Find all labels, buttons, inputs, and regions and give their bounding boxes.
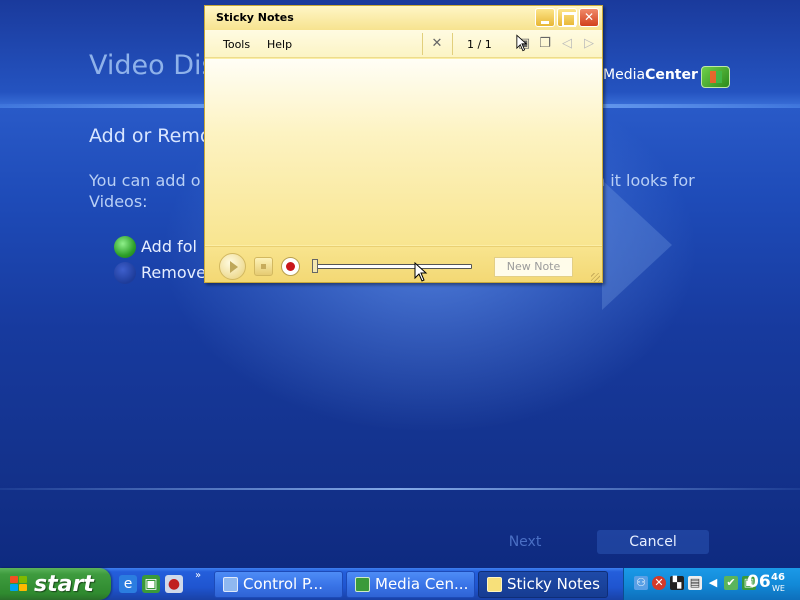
minimize-button[interactable] (535, 8, 555, 27)
toolbar-separator (422, 33, 423, 55)
description-line2: Videos: (89, 192, 148, 211)
page-indicator: 1 / 1 (467, 38, 492, 51)
sticky-notes-window: Sticky Notes ✕ Tools Help ✕ 1 / 1 ▣ ❐ ◁ … (204, 5, 603, 283)
security-alert-icon[interactable]: ✕ (652, 576, 666, 590)
monitor-icon[interactable]: ▤ (688, 576, 702, 590)
menu-tools[interactable]: Tools (223, 38, 250, 51)
taskbar-item-sticky-notes[interactable]: Sticky Notes (478, 571, 608, 598)
add-folder-radio-icon[interactable] (114, 236, 136, 258)
media-center-icon (355, 577, 370, 592)
media-player-icon[interactable]: ● (165, 575, 183, 593)
toolbar-cursor-icon (516, 34, 528, 52)
quick-launch-more-icon[interactable]: » (195, 570, 201, 581)
taskbar-item-control-panel[interactable]: Control P... (214, 571, 343, 598)
next-button[interactable]: Next (480, 530, 570, 554)
cancel-button[interactable]: Cancel (597, 530, 709, 554)
media-center-icon[interactable]: ▣ (142, 575, 160, 593)
background-arrow-decoration (602, 180, 672, 310)
clock-day: WE (772, 584, 785, 593)
clock-hour[interactable]: 06 (747, 572, 771, 592)
internet-explorer-icon[interactable]: e (119, 575, 137, 593)
clock-minute: 46 (771, 572, 785, 583)
sticky-notes-icon (487, 577, 502, 592)
windows-logo-icon (10, 576, 28, 592)
toolbar-separator (452, 33, 453, 55)
taskbar-item-label: Sticky Notes (507, 575, 600, 593)
taskbar-item-label: Control P... (243, 575, 324, 593)
brand-media: Media (603, 67, 646, 83)
description-line1-start: You can add o (89, 171, 201, 190)
remove-folder-option[interactable]: Remove (141, 263, 206, 282)
playback-slider-track[interactable] (314, 264, 472, 269)
copy-icon[interactable]: ❐ (536, 35, 554, 53)
network-icon[interactable]: ⚇ (634, 576, 648, 590)
new-note-button[interactable]: New Note (494, 257, 573, 277)
shield-icon[interactable]: ✔ (724, 576, 738, 590)
volume-icon[interactable]: ◀ (706, 576, 720, 590)
close-button[interactable]: ✕ (579, 8, 599, 27)
play-button[interactable] (219, 253, 246, 280)
media-center-logo: MediaCenter (603, 67, 698, 83)
window-title: Sticky Notes (216, 11, 294, 24)
section-title: Add or Remo (89, 125, 212, 147)
footer-divider (0, 488, 800, 490)
delete-icon[interactable]: ✕ (428, 35, 446, 53)
taskbar: start e ▣ ● » Control P... Media Cen... … (0, 568, 800, 600)
playback-slider-thumb[interactable] (312, 259, 318, 273)
taskbar-item-media-center[interactable]: Media Cen... (346, 571, 475, 598)
taskbar-item-label: Media Cen... (375, 575, 469, 593)
resize-grip-icon[interactable] (591, 273, 600, 282)
next-icon[interactable]: ▷ (580, 35, 598, 53)
stop-button[interactable] (254, 257, 273, 276)
start-label: start (34, 572, 94, 597)
windows-flag-icon (701, 66, 730, 88)
previous-icon[interactable]: ◁ (558, 35, 576, 53)
control-panel-icon (223, 577, 238, 592)
remove-folder-radio-icon[interactable] (114, 262, 136, 284)
mouse-cursor-icon (414, 262, 428, 282)
menu-bar: Tools Help ✕ 1 / 1 ▣ ❐ ◁ ▷ (205, 30, 602, 58)
note-text-area[interactable] (205, 59, 602, 245)
add-folder-option[interactable]: Add fol (141, 237, 197, 256)
menu-help[interactable]: Help (267, 38, 292, 51)
recording-toolbar: New Note (205, 246, 602, 282)
record-button[interactable] (281, 257, 300, 276)
app-tray-icon[interactable]: ▚ (670, 576, 684, 590)
maximize-button[interactable] (557, 8, 577, 27)
title-bar[interactable]: Sticky Notes ✕ (205, 6, 602, 30)
page-title: Video Dis (89, 50, 216, 81)
brand-center: Center (645, 67, 698, 83)
start-button[interactable]: start (0, 568, 111, 600)
